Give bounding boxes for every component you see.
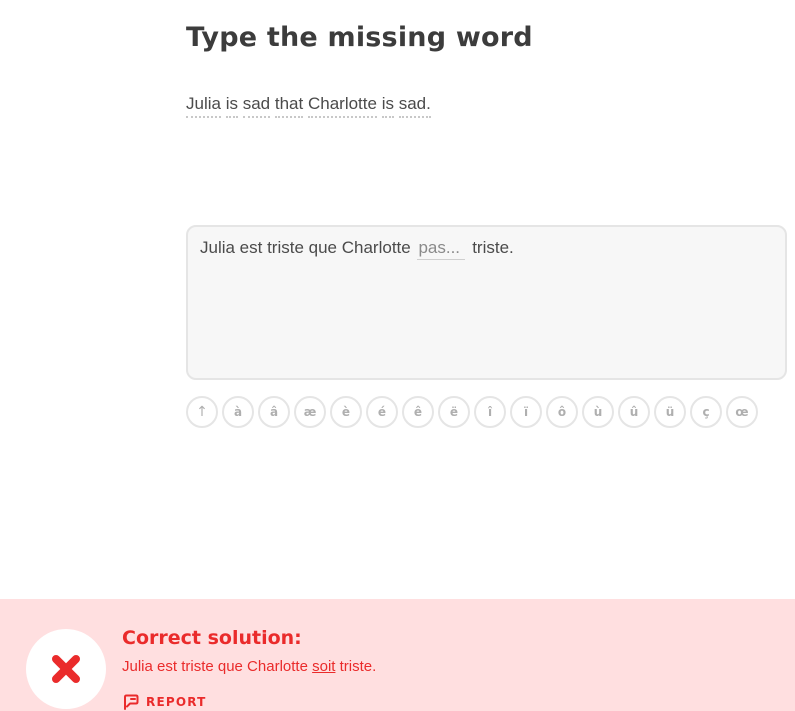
char-key[interactable]: é [366,396,398,428]
prompt-word[interactable]: Charlotte [307,94,377,118]
shift-key[interactable]: ↑ [186,396,218,428]
char-key[interactable]: ï [510,396,542,428]
char-key[interactable]: à [222,396,254,428]
prompt-word[interactable]: is [381,94,394,118]
report-label: REPORT [146,695,207,709]
answer-text-after: triste. [472,238,514,257]
feedback-title: Correct solution: [122,627,302,649]
correct-solution-text: Julia est triste que Charlotte soit tris… [122,658,376,675]
char-key[interactable]: ë [438,396,470,428]
char-key[interactable]: ê [402,396,434,428]
char-key[interactable]: è [330,396,362,428]
solution-text-before: Julia est triste que Charlotte [122,658,308,675]
solution-highlight-word: soit [312,658,336,675]
prompt-word[interactable]: sad. [398,94,431,118]
prompt-word[interactable]: is [225,94,238,118]
prompt-word[interactable]: sad [242,94,271,118]
char-key[interactable]: œ [726,396,758,428]
char-key[interactable]: û [618,396,650,428]
char-key[interactable]: ç [690,396,722,428]
flag-icon [124,694,139,710]
char-key[interactable]: î [474,396,506,428]
answer-sentence: Julia est triste que Charlotte pas... tr… [200,238,514,260]
char-key[interactable]: â [258,396,290,428]
answer-blank-input[interactable]: pas... [417,238,466,260]
char-key[interactable]: ô [546,396,578,428]
incorrect-feedback-banner: Correct solution: Julia est triste que C… [0,599,795,711]
report-button[interactable]: REPORT [122,694,207,710]
prompt-word[interactable]: that [274,94,304,118]
char-key[interactable]: æ [294,396,326,428]
prompt-word[interactable]: Julia [186,94,221,118]
answer-box[interactable]: Julia est triste que Charlotte pas... tr… [186,225,787,380]
char-key[interactable]: ü [654,396,686,428]
char-key[interactable]: ù [582,396,614,428]
page-title: Type the missing word [186,22,533,53]
exercise-page: Type the missing word Julia is sad that … [0,0,795,711]
answer-text-before: Julia est triste que Charlotte [200,238,411,257]
solution-text-after: triste. [339,658,377,675]
x-mark-icon [52,655,80,683]
incorrect-badge [26,629,106,709]
special-characters-keyboard: ↑ à â æ è é ê ë î ï ô ù û ü ç œ [186,396,762,428]
prompt-sentence: Julia is sad that Charlotte is sad. [186,94,431,118]
